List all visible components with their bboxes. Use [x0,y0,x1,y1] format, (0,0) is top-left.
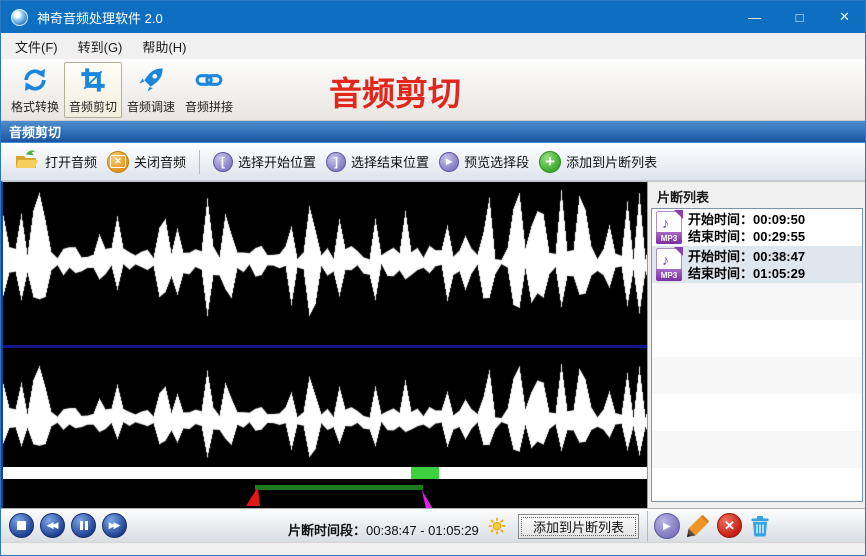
selection-range-line [255,485,423,490]
list-empty-row [652,283,862,320]
trash-icon[interactable] [748,514,772,538]
handshake-icon [194,65,224,95]
delete-x-button[interactable]: ✕ [717,513,742,538]
fast-forward-button[interactable]: ▶▶ [102,513,127,538]
open-folder-icon [14,148,40,175]
close-audio-icon: ✕ [107,150,130,173]
audio-join-button[interactable]: 音频拼接 [180,62,238,118]
app-logo-icon [11,8,28,26]
preview-selection-button[interactable]: ▶ 预览选择段 [434,151,534,172]
convert-cycle-icon [20,65,50,95]
app-window: 神奇音频处理软件 2.0 — □ ✕ 文件(F) 转到(G) 帮助(H) 格式转… [0,0,866,556]
list-empty-row [652,468,862,501]
audio-cut-button[interactable]: 音频剪切 [64,61,122,118]
window-controls: — □ ✕ [732,1,865,33]
waveform-channel-left[interactable] [3,182,647,345]
playback-progress-bar[interactable] [3,467,647,479]
progress-position-segment [411,467,439,479]
action-toolbar: 打开音频 ✕ 关闭音频 [ 选择开始位置 ] 选择结束位置 ▶ 预览选择段 + … [1,143,865,181]
crop-icon [78,65,108,95]
fragment-range-text: 片断时间段：00:38:47 - 01:05:29 [288,523,479,538]
rewind-icon: ◀◀ [46,520,59,530]
menu-file[interactable]: 文件(F) [5,33,68,60]
section-header: 音频剪切 [1,121,865,143]
window-title: 神奇音频处理软件 2.0 [37,10,163,26]
rocket-icon [136,65,166,95]
audio-speed-button[interactable]: 音频调速 [122,62,180,118]
list-empty-row [652,357,862,394]
play-fragment-button[interactable]: ▶ [654,513,680,539]
mp3-file-icon: ♪ MP3 [656,247,683,281]
select-start-label: 选择开始位置 [238,155,317,170]
status-strip [1,542,865,555]
add-to-list-button[interactable]: 添加到片断列表 [518,514,639,539]
edit-pencil-icon[interactable] [686,514,710,538]
bottom-bar: ◀◀ ▶▶ 片断时间段：00:38:47 - 01:05:29 添加到片断列表 … [1,508,865,542]
audio-join-label: 音频拼接 [184,99,233,114]
add-to-list-action[interactable]: + 添加到片断列表 [534,150,662,173]
menubar: 文件(F) 转到(G) 帮助(H) [1,33,865,60]
fragment-list-item-selected[interactable]: ♪ MP3 开始时间：00:38:47 结束时间：01:05:29 [652,246,862,283]
bracket-open-icon: [ [213,151,234,172]
select-end-label: 选择结束位置 [351,155,430,170]
selection-start-marker[interactable] [246,487,260,506]
page-title: 音频剪切 [329,75,461,112]
music-note-icon: ♪ [662,215,669,231]
close-audio-button[interactable]: ✕ 关闭音频 [102,150,191,173]
fragment-times: 开始时间：00:38:47 结束时间：01:05:29 [688,248,806,281]
fragment-times: 开始时间：00:09:50 结束时间：00:29:55 [688,211,806,244]
menu-help[interactable]: 帮助(H) [132,33,196,60]
fragment-panel-title: 片断列表 [657,190,710,205]
add-to-list-label: 添加到片断列表 [566,155,658,170]
bottom-bar-separator [647,511,648,541]
list-empty-row [652,431,862,468]
toolbar-separator [199,149,201,174]
menu-goto[interactable]: 转到(G) [68,33,133,60]
open-audio-button[interactable]: 打开音频 [9,148,102,175]
titlebar: 神奇音频处理软件 2.0 — □ ✕ [1,1,865,33]
fragment-list-item[interactable]: ♪ MP3 开始时间：00:09:50 结束时间：00:29:55 [652,209,862,246]
selection-marker-strip[interactable] [3,479,647,509]
music-note-icon: ♪ [662,252,669,268]
fast-forward-icon: ▶▶ [108,520,121,530]
list-empty-row [652,320,862,357]
preview-selection-label: 预览选择段 [464,155,530,170]
select-start-button[interactable]: [ 选择开始位置 [208,151,321,172]
format-convert-button[interactable]: 格式转换 [6,62,64,118]
close-button[interactable]: ✕ [822,1,865,33]
stop-button[interactable] [9,513,34,538]
stop-icon [17,521,26,530]
open-audio-label: 打开音频 [45,155,98,170]
format-convert-label: 格式转换 [10,99,59,114]
list-empty-row [652,394,862,431]
fragment-list[interactable]: ♪ MP3 开始时间：00:09:50 结束时间：00:29:55 ♪ MP3 … [651,208,863,502]
waveform-channel-right[interactable] [3,348,647,467]
close-audio-label: 关闭音频 [134,155,187,170]
pause-icon [79,521,88,530]
fragment-panel: 片断列表 ♪ MP3 开始时间：00:09:50 结束时间：00:29:55 ♪… [647,181,865,508]
pause-button[interactable] [71,513,96,538]
rewind-button[interactable]: ◀◀ [40,513,65,538]
preview-play-icon: ▶ [439,151,460,172]
plus-icon: + [539,150,562,173]
selection-end-marker[interactable] [421,490,433,509]
waveform-area [1,181,647,509]
audio-speed-label: 音频调速 [126,99,175,114]
mp3-file-icon: ♪ MP3 [656,210,683,244]
settings-gear-icon[interactable] [488,517,506,535]
maximize-button[interactable]: □ [777,1,822,33]
select-end-button[interactable]: ] 选择结束位置 [321,151,434,172]
bracket-close-icon: ] [326,151,347,172]
minimize-button[interactable]: — [732,1,777,33]
audio-cut-label: 音频剪切 [68,99,117,114]
